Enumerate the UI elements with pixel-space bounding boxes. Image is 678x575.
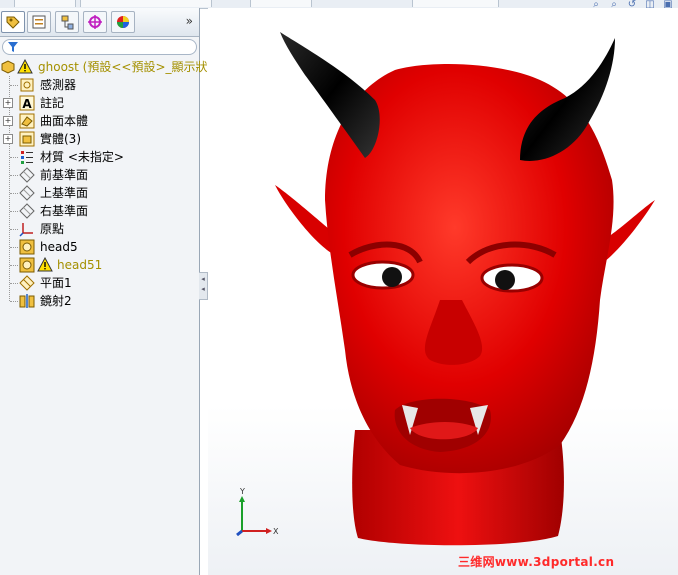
solid-body-icon — [19, 131, 35, 147]
tree-item-label: head51 — [57, 258, 103, 272]
feature-manager-icon — [6, 16, 20, 29]
property-manager-icon — [32, 15, 46, 29]
warning-icon — [37, 257, 53, 272]
tree-root-label: ghoost (預設<<預設>_顯示狀 — [38, 60, 208, 74]
tree-item-label: 實體(3) — [40, 132, 81, 146]
tree-item-front-plane[interactable]: 前基準面 — [0, 166, 199, 184]
toolbar-tab[interactable] — [80, 0, 212, 7]
tree-connector — [10, 211, 18, 212]
tree-item-label: 原點 — [40, 222, 65, 236]
warning-icon — [17, 59, 33, 74]
watermark: 三维网www.3dportal.cn — [458, 555, 615, 569]
configuration-manager-icon — [61, 15, 74, 30]
tree-item-origin[interactable]: 原點 — [0, 220, 199, 238]
tree-item-head51[interactable]: head51 — [0, 256, 199, 274]
tree-item-annotations[interactable]: + A 註記 — [0, 94, 199, 112]
toolbar-tab[interactable] — [14, 0, 76, 7]
graphics-area[interactable]: Y X — [208, 8, 678, 575]
imported-part-icon — [19, 239, 35, 255]
toolbar-tab[interactable] — [250, 0, 312, 7]
feature-manager-panel: » ghoost (預設<<預設>_顯示狀 感測器 + A 註記 + 曲面本體 … — [0, 8, 208, 575]
toolbar-tab[interactable] — [412, 0, 499, 7]
plane1-icon — [19, 275, 35, 291]
expand-toggle[interactable]: + — [3, 116, 13, 126]
tree-item-label: 右基準面 — [40, 204, 89, 218]
axis-triad: Y X — [236, 487, 279, 536]
tree-item-label: 平面1 — [40, 276, 72, 290]
tree-filter-input[interactable] — [2, 39, 197, 55]
part-icon — [1, 60, 15, 74]
expand-toggle[interactable]: + — [3, 98, 13, 108]
tree-connector — [10, 193, 18, 194]
sensor-icon — [20, 78, 34, 92]
annotation-icon: A — [19, 95, 35, 111]
tree-connector — [10, 247, 18, 248]
material-icon — [21, 151, 33, 164]
tree-item-sensors[interactable]: 感測器 — [0, 76, 199, 94]
display-manager-icon — [117, 16, 129, 28]
tab-feature-manager[interactable] — [1, 11, 25, 33]
imported-part-icon — [19, 257, 35, 273]
plane-icon — [19, 167, 35, 183]
tree-item-label: head5 — [40, 240, 78, 254]
filter-icon — [8, 42, 18, 52]
tree-item-label: 上基準面 — [40, 186, 89, 200]
panel-collapse-handle[interactable]: ◂ ◂ — [199, 272, 208, 300]
dimxpert-icon — [88, 15, 102, 29]
manager-tabs: » — [0, 8, 199, 37]
triad-x-label: X — [273, 527, 279, 536]
svg-text:A: A — [22, 97, 32, 111]
tree-item-top-plane[interactable]: 上基準面 — [0, 184, 199, 202]
origin-icon — [19, 223, 33, 237]
tree-item-label: 前基準面 — [40, 168, 89, 182]
left-horn — [280, 32, 380, 158]
triad-y-label: Y — [239, 487, 245, 496]
tree-item-label: 曲面本體 — [40, 114, 89, 128]
tree-item-label: 註記 — [40, 96, 65, 110]
tree-connector — [10, 265, 18, 266]
tree-item-right-plane[interactable]: 右基準面 — [0, 202, 199, 220]
tree-item-material[interactable]: 材質 <未指定> — [0, 148, 199, 166]
tree-item-label: 鏡射2 — [40, 294, 72, 308]
tab-configuration-manager[interactable] — [55, 11, 79, 33]
tree-item-solid-bodies[interactable]: + 實體(3) — [0, 130, 199, 148]
tree-connector — [10, 301, 18, 302]
tree-connector — [10, 157, 18, 158]
tree-connector — [10, 85, 18, 86]
tab-display-manager[interactable] — [111, 11, 135, 33]
tree-item-mirror2[interactable]: 鏡射2 — [0, 292, 199, 310]
surface-body-icon — [19, 113, 35, 129]
tree-item-surface-bodies[interactable]: + 曲面本體 — [0, 112, 199, 130]
plane-icon — [19, 203, 35, 219]
tree-item-head5[interactable]: head5 — [0, 238, 199, 256]
more-tabs-button[interactable]: » — [186, 14, 193, 28]
plane-icon — [19, 185, 35, 201]
mirror-icon — [19, 294, 35, 308]
tab-property-manager[interactable] — [27, 11, 51, 33]
tree-connector — [10, 175, 18, 176]
tree-item-plane1[interactable]: 平面1 — [0, 274, 199, 292]
tree-connector — [10, 283, 18, 284]
tree-connector — [10, 229, 18, 230]
tree-item-label: 材質 <未指定> — [40, 150, 124, 164]
tree-root[interactable]: ghoost (預設<<預設>_顯示狀 — [0, 58, 208, 76]
tab-dimxpert-manager[interactable] — [83, 11, 107, 33]
tree-item-label: 感測器 — [40, 78, 77, 92]
expand-toggle[interactable]: + — [3, 134, 13, 144]
